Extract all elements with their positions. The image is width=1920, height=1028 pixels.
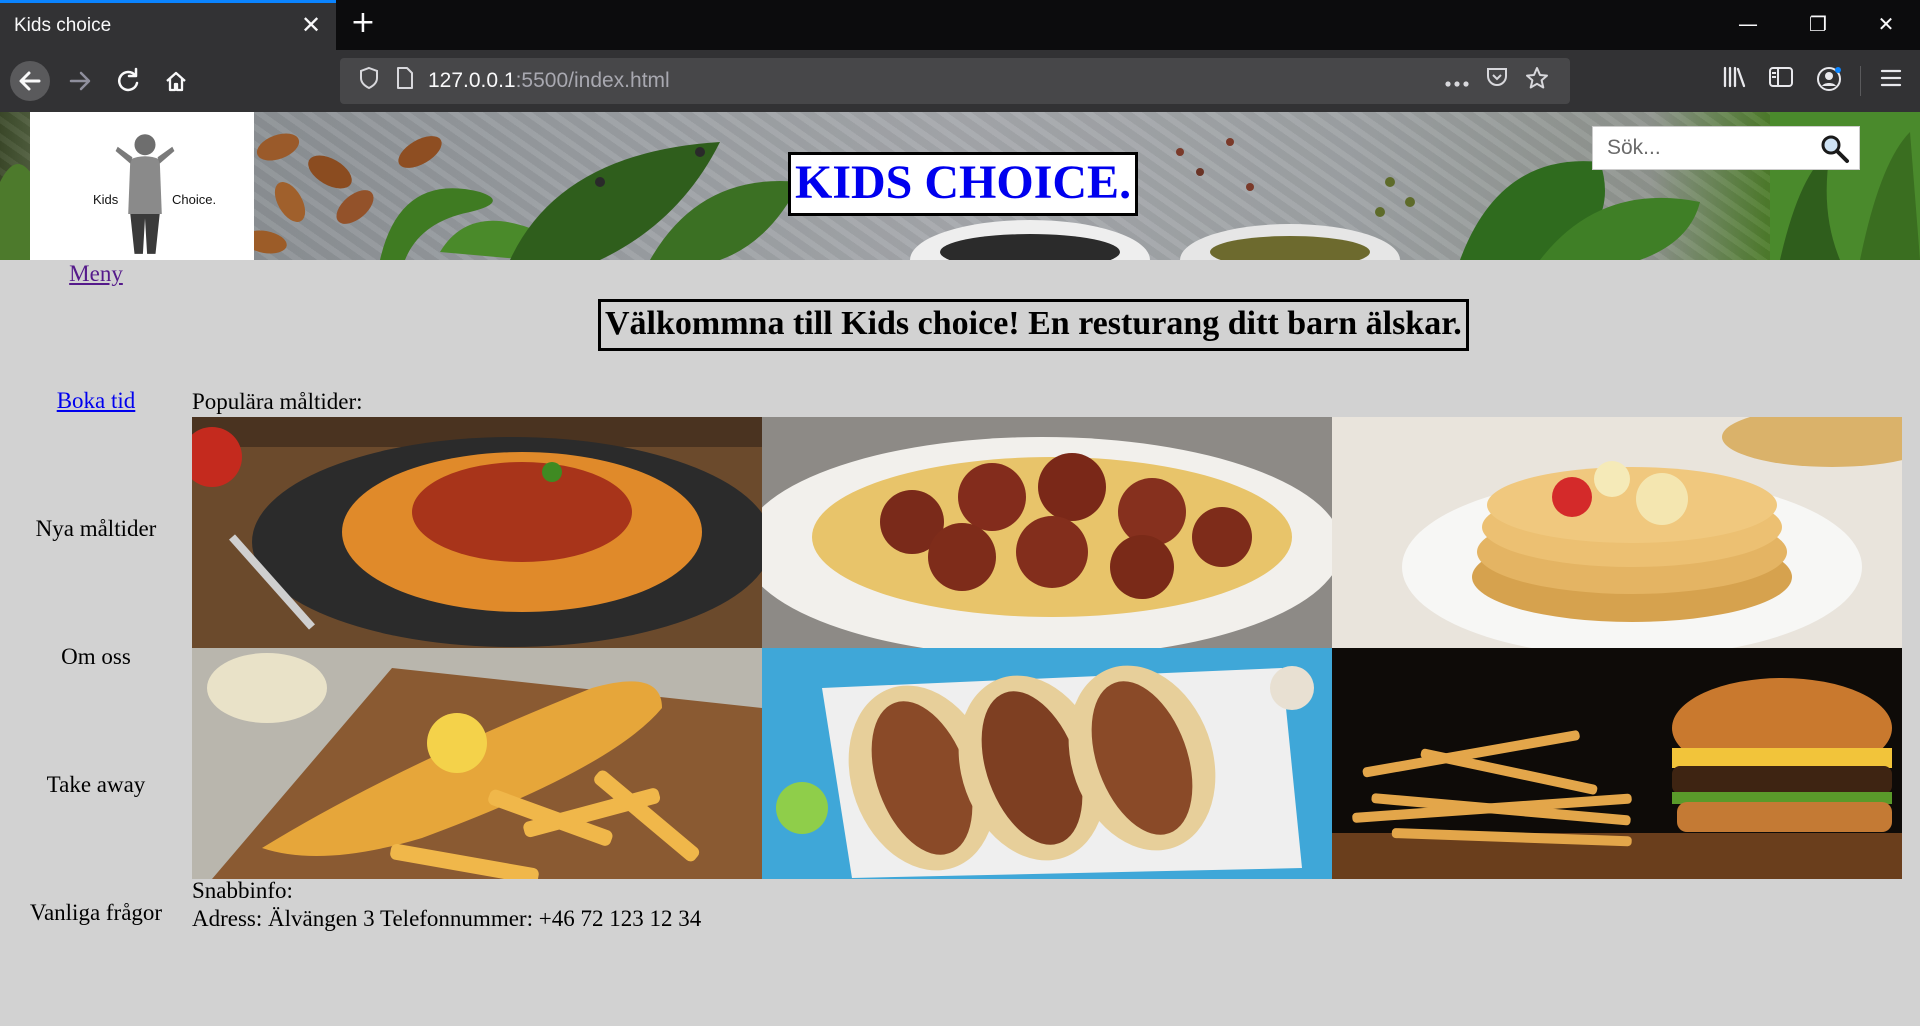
back-arrow-icon[interactable] bbox=[10, 61, 50, 101]
food-image-spaghetti-meatballs bbox=[762, 417, 1332, 648]
close-window-icon[interactable]: ✕ bbox=[1866, 8, 1906, 40]
url-host: 127.0.0.1 bbox=[428, 69, 516, 92]
page-icon bbox=[390, 66, 420, 96]
url-text[interactable]: 127.0.0.1:5500/index.html bbox=[428, 69, 670, 93]
sidebar-item-vanliga-fragor[interactable]: Vanliga frågor bbox=[0, 900, 192, 926]
tab-strip: Kids choice ✕ + — ❐ ✕ bbox=[0, 0, 1920, 50]
shield-icon[interactable] bbox=[354, 66, 384, 96]
sidebar-item-nya-maltider[interactable]: Nya måltider bbox=[0, 516, 192, 542]
tab-title: Kids choice bbox=[14, 15, 112, 36]
popular-meals-label: Populära måltider: bbox=[192, 389, 363, 414]
food-image-spaghetti-bolognese bbox=[192, 417, 762, 648]
star-icon[interactable] bbox=[1522, 66, 1552, 96]
search-box bbox=[1592, 126, 1860, 170]
sidebar-item-om-oss[interactable]: Om oss bbox=[0, 644, 192, 670]
quick-info-contact: Adress: Älvängen 3 Telefonnummer: +46 72… bbox=[192, 906, 702, 931]
pocket-icon[interactable] bbox=[1482, 66, 1512, 96]
logo-text-right: Choice. bbox=[172, 192, 217, 207]
close-tab-icon[interactable]: ✕ bbox=[298, 12, 324, 38]
logo-text-left: Kids bbox=[93, 192, 119, 207]
library-icon[interactable] bbox=[1718, 65, 1752, 99]
more-icon[interactable] bbox=[1442, 66, 1472, 96]
browser-tab[interactable]: Kids choice ✕ bbox=[0, 0, 336, 50]
sidebar-icon[interactable] bbox=[1764, 65, 1798, 99]
new-tab-button[interactable]: + bbox=[348, 8, 378, 38]
search-input[interactable] bbox=[1593, 127, 1813, 169]
food-image-pancakes bbox=[1332, 417, 1902, 648]
restore-icon[interactable]: ❐ bbox=[1798, 8, 1838, 40]
toolbar-separator bbox=[1860, 66, 1861, 96]
site-logo[interactable]: Kids Choice. bbox=[30, 112, 254, 260]
sidebar-item-meny[interactable]: Meny bbox=[0, 261, 192, 287]
welcome-heading: Välkommna till Kids choice! En resturang… bbox=[598, 299, 1469, 351]
sidebar-item-boka-tid[interactable]: Boka tid bbox=[0, 388, 192, 414]
sidebar-item-take-away[interactable]: Take away bbox=[0, 772, 192, 798]
food-gallery bbox=[192, 417, 1904, 881]
food-image-burger-and-fries bbox=[1332, 648, 1902, 879]
quick-info-title: Snabbinfo: bbox=[192, 878, 293, 903]
page-viewport: Kids Choice. KIDS CHOICE. Meny Boka tid … bbox=[0, 112, 1920, 1028]
food-image-tacos bbox=[762, 648, 1332, 879]
account-icon[interactable] bbox=[1812, 65, 1846, 99]
forward-arrow-icon[interactable] bbox=[60, 61, 100, 101]
navigation-toolbar: 127.0.0.1:5500/index.html bbox=[0, 50, 1920, 112]
url-path: :5500/index.html bbox=[515, 69, 670, 92]
header-banner: Kids Choice. KIDS CHOICE. bbox=[0, 112, 1920, 260]
food-image-fish-and-chips bbox=[192, 648, 762, 879]
home-icon[interactable] bbox=[156, 61, 196, 101]
minimize-icon[interactable]: — bbox=[1728, 8, 1768, 40]
search-icon[interactable] bbox=[1819, 133, 1851, 165]
site-title: KIDS CHOICE. bbox=[788, 152, 1139, 216]
hamburger-menu-icon[interactable] bbox=[1874, 65, 1908, 99]
address-bar[interactable]: 127.0.0.1:5500/index.html bbox=[340, 58, 1570, 104]
reload-icon[interactable] bbox=[108, 61, 148, 101]
